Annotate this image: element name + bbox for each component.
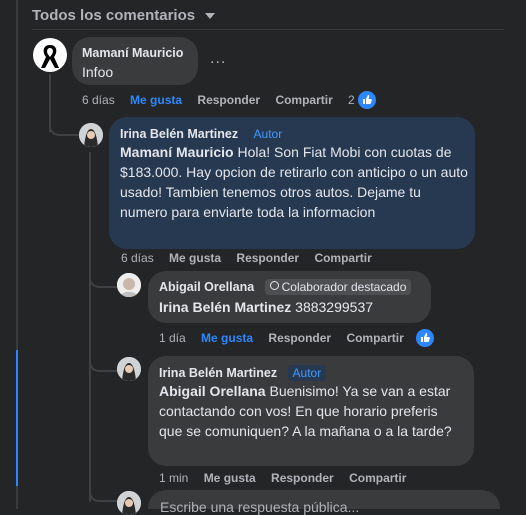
comment-actions: 6 días Me gusta Responder Compartir	[82, 93, 345, 107]
comment-bubble: Irina Belén Martinez Autor Abigail Orell…	[148, 356, 474, 466]
comment-actions: 1 día Me gusta Responder Compartir	[159, 331, 416, 345]
profile-photo-icon	[117, 491, 141, 515]
like-button[interactable]: Me gusta	[130, 93, 182, 107]
comment-text: Irina Belén Martinez 3883299537	[159, 297, 373, 317]
comment-filter[interactable]: Todos los comentarios	[32, 7, 216, 24]
like-button[interactable]: Me gusta	[169, 251, 221, 265]
comment-author[interactable]: Irina Belén Martinez	[120, 127, 238, 141]
thread-connector	[89, 270, 117, 288]
comment-author[interactable]: Mamaní Mauricio	[82, 46, 183, 60]
comment-author[interactable]: Abigail Orellana	[159, 280, 254, 294]
reaction-count[interactable]: 2	[348, 93, 355, 107]
author-badge: Autor	[248, 126, 288, 142]
reply-button[interactable]: Responder	[236, 251, 299, 265]
comment-text: Infoo	[82, 64, 114, 80]
thread-line	[89, 152, 91, 502]
reply-input-placeholder: Escribe una respuesta pública...	[160, 499, 360, 515]
like-button[interactable]: Me gusta	[201, 331, 253, 345]
like-button[interactable]: Me gusta	[204, 471, 256, 485]
comment-time[interactable]: 1 día	[159, 331, 186, 345]
share-button[interactable]: Compartir	[346, 331, 403, 345]
avatar[interactable]	[79, 123, 103, 147]
comment-time[interactable]: 6 días	[82, 93, 115, 107]
profile-photo-icon	[117, 273, 141, 297]
comment-text: Mamaní Mauricio Hola! Son Fiat Mobi con …	[120, 142, 470, 222]
share-button[interactable]: Compartir	[349, 471, 406, 485]
avatar[interactable]	[117, 273, 141, 297]
comment-bubble-author: Irina Belén Martinez Autor Mamaní Mauric…	[109, 117, 475, 249]
avatar[interactable]	[117, 357, 141, 381]
thread-connector	[89, 354, 117, 372]
thread-connector	[49, 118, 81, 136]
comment-bubble: Mamaní Mauricio Infoo	[72, 37, 198, 85]
comment-message: 3883299537	[291, 299, 374, 315]
more-options-button[interactable]: ...	[210, 50, 226, 68]
comment-header: Abigail Orellana Colaborador destacado	[159, 278, 412, 296]
award-icon	[269, 281, 279, 290]
share-button[interactable]: Compartir	[314, 251, 371, 265]
header-divider	[32, 29, 504, 30]
mourning-ribbon-icon	[41, 45, 59, 68]
thumbs-up-icon[interactable]	[416, 329, 434, 347]
share-button[interactable]: Compartir	[275, 93, 332, 107]
comment-header: Irina Belén Martinez Autor	[120, 125, 288, 143]
comment-time[interactable]: 6 días	[121, 251, 154, 265]
comment-header: Irina Belén Martinez Autor	[159, 364, 327, 382]
current-user-avatar	[117, 491, 141, 515]
thread-connector	[89, 484, 117, 502]
comment-author[interactable]: Irina Belén Martinez	[159, 366, 277, 380]
reply-button[interactable]: Responder	[271, 471, 334, 485]
mention-link[interactable]: Abigail Orellana	[159, 383, 266, 399]
author-badge: Autor	[287, 365, 327, 381]
comment-filter-label: Todos los comentarios	[32, 7, 196, 24]
thumbs-up-icon[interactable]	[358, 91, 376, 109]
comment-time[interactable]: 1 min	[159, 471, 188, 485]
comment-actions: 1 min Me gusta Responder Compartir	[159, 471, 418, 485]
profile-photo-icon	[79, 123, 103, 147]
comment-actions: 6 días Me gusta Responder Compartir	[121, 251, 384, 265]
avatar[interactable]	[33, 38, 67, 72]
caret-down-icon	[205, 13, 216, 20]
top-contributor-badge: Colaborador destacado	[264, 279, 412, 295]
left-edge-blue-highlight	[16, 350, 18, 486]
comment-text: Abigail Orellana Buenisimo! Ya se van a …	[159, 381, 459, 441]
mention-link[interactable]: Irina Belén Martinez	[159, 299, 291, 315]
mention-link[interactable]: Mamaní Mauricio	[120, 144, 234, 160]
reply-button[interactable]: Responder	[268, 331, 331, 345]
profile-photo-icon	[117, 357, 141, 381]
reply-button[interactable]: Responder	[197, 93, 260, 107]
reply-input[interactable]: Escribe una respuesta pública...	[148, 490, 500, 515]
comment-bubble: Abigail Orellana Colaborador destacado I…	[148, 271, 431, 323]
badge-label: Colaborador destacado	[281, 280, 407, 294]
